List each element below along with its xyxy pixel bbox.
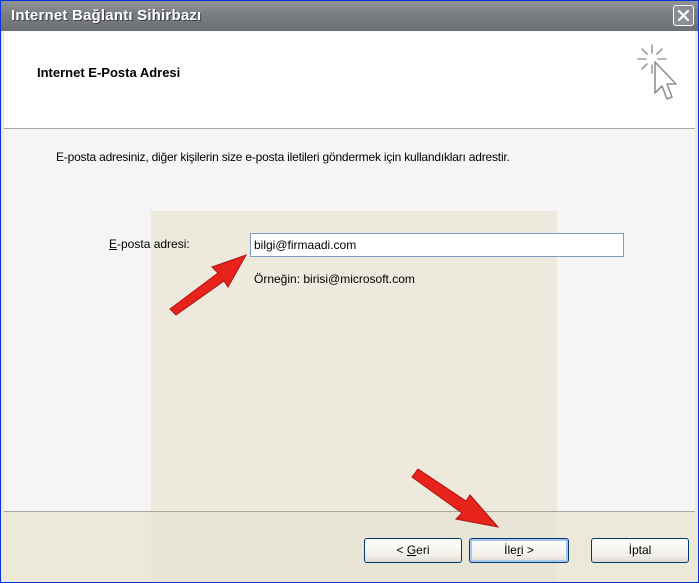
wizard-window: Internet Bağlantı Sihirbazı Internet E-P…: [0, 0, 699, 583]
email-field[interactable]: [250, 233, 624, 257]
annotation-arrow-next: [411, 468, 500, 528]
next-prefix: İle: [504, 543, 517, 557]
close-button[interactable]: [673, 5, 694, 26]
window-title: Internet Bağlantı Sihirbazı: [11, 7, 202, 24]
back-accel: G: [406, 543, 417, 557]
back-rest: eri: [416, 543, 430, 557]
title-bar[interactable]: Internet Bağlantı Sihirbazı: [1, 1, 698, 31]
wizard-cursor-icon: [637, 44, 677, 100]
cancel-button[interactable]: İptal: [591, 538, 689, 563]
description-text: E-posta adresiniz, diğer kişilerin size …: [56, 150, 510, 164]
email-label-accel: E: [109, 237, 118, 251]
annotation-arrow-email: [169, 254, 248, 316]
next-button[interactable]: İleri >: [469, 538, 569, 563]
close-icon: [677, 9, 690, 22]
page-title: Internet E-Posta Adresi: [37, 65, 181, 80]
back-button[interactable]: < Geri: [364, 538, 462, 563]
wizard-footer: < Geri İleri > İptal: [4, 511, 695, 582]
next-rest: i >: [520, 543, 534, 557]
back-prefix: <: [396, 543, 407, 557]
wizard-header: Internet E-Posta Adresi: [4, 31, 695, 129]
example-text: Örneğin: birisi@microsoft.com: [254, 272, 415, 286]
wizard-body: E-posta adresiniz, diğer kişilerin size …: [4, 129, 695, 511]
